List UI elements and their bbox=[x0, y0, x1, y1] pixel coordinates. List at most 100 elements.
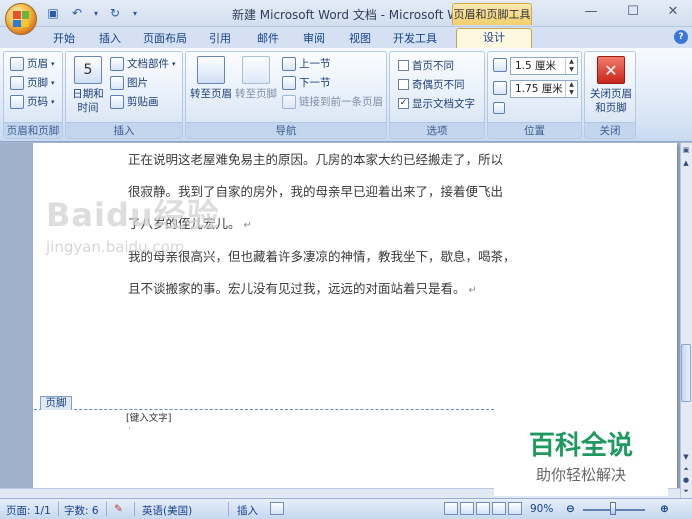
close-header-footer-button[interactable]: 关闭页眉 和页脚 bbox=[587, 56, 635, 115]
quick-parts-icon bbox=[110, 56, 124, 71]
tab-home[interactable]: 开始 bbox=[50, 30, 78, 48]
next-section-button[interactable]: 下一节 bbox=[282, 75, 331, 90]
baidu-watermark: Baidu经验 bbox=[46, 196, 220, 234]
page-number-icon bbox=[10, 94, 24, 109]
vertical-scrollbar[interactable] bbox=[680, 143, 692, 498]
office-button[interactable] bbox=[5, 3, 37, 35]
footer-icon bbox=[10, 75, 24, 90]
footer-tag: 页脚 bbox=[40, 396, 72, 410]
close-label-1: 关闭页眉 bbox=[590, 88, 632, 100]
header-button[interactable]: 页眉 ▾ bbox=[10, 56, 55, 71]
show-document-text-checkbox[interactable]: ✓ 显示文档文字 bbox=[398, 96, 475, 111]
context-tab-title: 页眉和页脚工具 bbox=[452, 3, 532, 25]
zoom-out-icon[interactable]: ⊖ bbox=[566, 503, 575, 515]
close-label-2: 和页脚 bbox=[595, 102, 627, 114]
different-first-page-checkbox[interactable]: 首页不同 bbox=[398, 58, 454, 73]
page-number-button[interactable]: 页码 ▾ bbox=[10, 94, 55, 109]
tab-developer[interactable]: 开发工具 bbox=[390, 30, 440, 48]
insert-alignment-tab-icon[interactable] bbox=[493, 102, 505, 114]
clip-art-button[interactable]: 剪贴画 bbox=[110, 94, 159, 109]
tab-design[interactable]: 设计 bbox=[456, 28, 532, 48]
picture-button[interactable]: 图片 bbox=[110, 75, 148, 90]
group-label: 插入 bbox=[66, 122, 182, 138]
language[interactable]: 英语(美国) bbox=[142, 503, 192, 518]
macro-record-icon[interactable] bbox=[270, 502, 284, 515]
body-line: 我的母亲很高兴，但也藏着许多凄凉的神情，教我坐下，歇息，喝茶， bbox=[128, 249, 516, 264]
calendar-icon: 5 bbox=[74, 56, 102, 84]
tab-review[interactable]: 审阅 bbox=[300, 30, 328, 48]
close-window-button[interactable]: ✕ bbox=[660, 4, 686, 22]
insert-mode[interactable]: 插入 bbox=[237, 503, 258, 518]
full-screen-reading-icon[interactable] bbox=[460, 502, 474, 515]
previous-section-label: 上一节 bbox=[299, 58, 331, 70]
draft-view-icon[interactable] bbox=[508, 502, 522, 515]
different-odd-even-checkbox[interactable]: 奇偶页不同 bbox=[398, 77, 465, 92]
body-line: 正在说明这老屋难免易主的原因。几房的本家大约已经搬走了，所以 bbox=[128, 152, 504, 167]
different-first-page-label: 首页不同 bbox=[412, 60, 454, 72]
help-icon[interactable]: ? bbox=[674, 30, 688, 44]
group-label: 页眉和页脚 bbox=[4, 122, 62, 138]
spinner-arrows-icon[interactable]: ▲ ▼ bbox=[565, 81, 577, 97]
date-time-button[interactable]: 5 日期和 时间 bbox=[69, 56, 107, 115]
brand-title: 百科全说 bbox=[528, 431, 633, 461]
group-header-footer: 页眉 ▾ 页脚 ▾ 页码 ▾ 页眉和页脚 bbox=[3, 51, 63, 139]
checkbox-show-text[interactable]: ✓ bbox=[398, 98, 409, 109]
print-layout-view-icon[interactable] bbox=[444, 502, 458, 515]
scroll-down-icon[interactable]: ▼ bbox=[681, 452, 691, 462]
quick-parts-button[interactable]: 文档部件 ▾ bbox=[110, 56, 176, 71]
different-odd-even-label: 奇偶页不同 bbox=[412, 79, 465, 91]
link-icon bbox=[282, 94, 296, 109]
tab-references[interactable]: 引用 bbox=[206, 30, 234, 48]
group-label: 关闭 bbox=[585, 122, 635, 138]
group-label: 导航 bbox=[186, 122, 386, 138]
link-to-previous-button[interactable]: 链接到前一条页眉 bbox=[282, 94, 383, 109]
date-time-label-1: 日期和 bbox=[72, 88, 104, 100]
proofing-icon[interactable]: ✎ bbox=[114, 503, 123, 515]
page-count[interactable]: 页面: 1/1 bbox=[6, 503, 51, 518]
goto-header-label: 转至页眉 bbox=[190, 88, 232, 100]
scroll-thumb[interactable] bbox=[681, 344, 691, 402]
zoom-level[interactable]: 90% bbox=[530, 503, 553, 515]
clip-art-icon bbox=[110, 94, 124, 109]
tab-view[interactable]: 视图 bbox=[346, 30, 374, 48]
zoom-slider-knob[interactable] bbox=[610, 502, 616, 515]
goto-header-button[interactable]: 转至页眉 bbox=[189, 56, 233, 101]
previous-section-icon bbox=[282, 56, 296, 71]
tab-insert[interactable]: 插入 bbox=[96, 30, 124, 48]
footer-divider bbox=[34, 409, 494, 410]
footer-button[interactable]: 页脚 ▾ bbox=[10, 75, 55, 90]
spinner-arrows-icon[interactable]: ▲ ▼ bbox=[565, 58, 577, 74]
tab-page-layout[interactable]: 页面布局 bbox=[140, 30, 190, 48]
divider bbox=[228, 502, 229, 516]
footer-position-value: 1.75 厘米 bbox=[515, 83, 563, 95]
show-document-text-label: 显示文档文字 bbox=[412, 98, 475, 110]
group-navigation: 转至页眉 转至页脚 上一节 下一节 链接到前一条页眉 导航 bbox=[185, 51, 387, 139]
footer-label: 页脚 bbox=[27, 77, 48, 89]
link-to-previous-label: 链接到前一条页眉 bbox=[299, 96, 383, 108]
browse-object-icon[interactable]: ● bbox=[681, 475, 691, 485]
zoom-in-icon[interactable]: ⊕ bbox=[660, 503, 669, 515]
word-count[interactable]: 字数: 6 bbox=[64, 503, 99, 518]
header-position-spinner[interactable]: 1.5 厘米 ▲ ▼ bbox=[510, 57, 578, 75]
tab-mailings[interactable]: 邮件 bbox=[254, 30, 282, 48]
maximize-button[interactable]: ☐ bbox=[620, 4, 646, 22]
previous-section-button[interactable]: 上一节 bbox=[282, 56, 331, 71]
group-label: 选项 bbox=[390, 122, 484, 138]
footer-position-spinner[interactable]: 1.75 厘米 ▲ ▼ bbox=[510, 80, 578, 98]
scroll-up-icon[interactable]: ▲ bbox=[681, 158, 691, 168]
outline-view-icon[interactable] bbox=[492, 502, 506, 515]
picture-label: 图片 bbox=[127, 77, 148, 89]
checkbox-first-page[interactable] bbox=[398, 60, 409, 71]
previous-page-icon[interactable]: ⏶ bbox=[681, 464, 691, 474]
web-layout-icon[interactable] bbox=[476, 502, 490, 515]
footer-placeholder[interactable]: [键入文字] bbox=[126, 410, 171, 424]
checkbox-odd-even[interactable] bbox=[398, 79, 409, 90]
baidu-url-watermark: jingyan.baidu.com bbox=[46, 238, 185, 256]
ruler-toggle-icon[interactable]: ▣ bbox=[681, 145, 691, 155]
minimize-button[interactable]: — bbox=[578, 4, 604, 22]
group-label: 位置 bbox=[488, 122, 581, 138]
clip-art-label: 剪贴画 bbox=[127, 96, 159, 108]
next-page-icon[interactable]: ⏷ bbox=[681, 486, 691, 496]
goto-footer-button[interactable]: 转至页脚 bbox=[234, 56, 278, 101]
divider bbox=[58, 502, 59, 516]
